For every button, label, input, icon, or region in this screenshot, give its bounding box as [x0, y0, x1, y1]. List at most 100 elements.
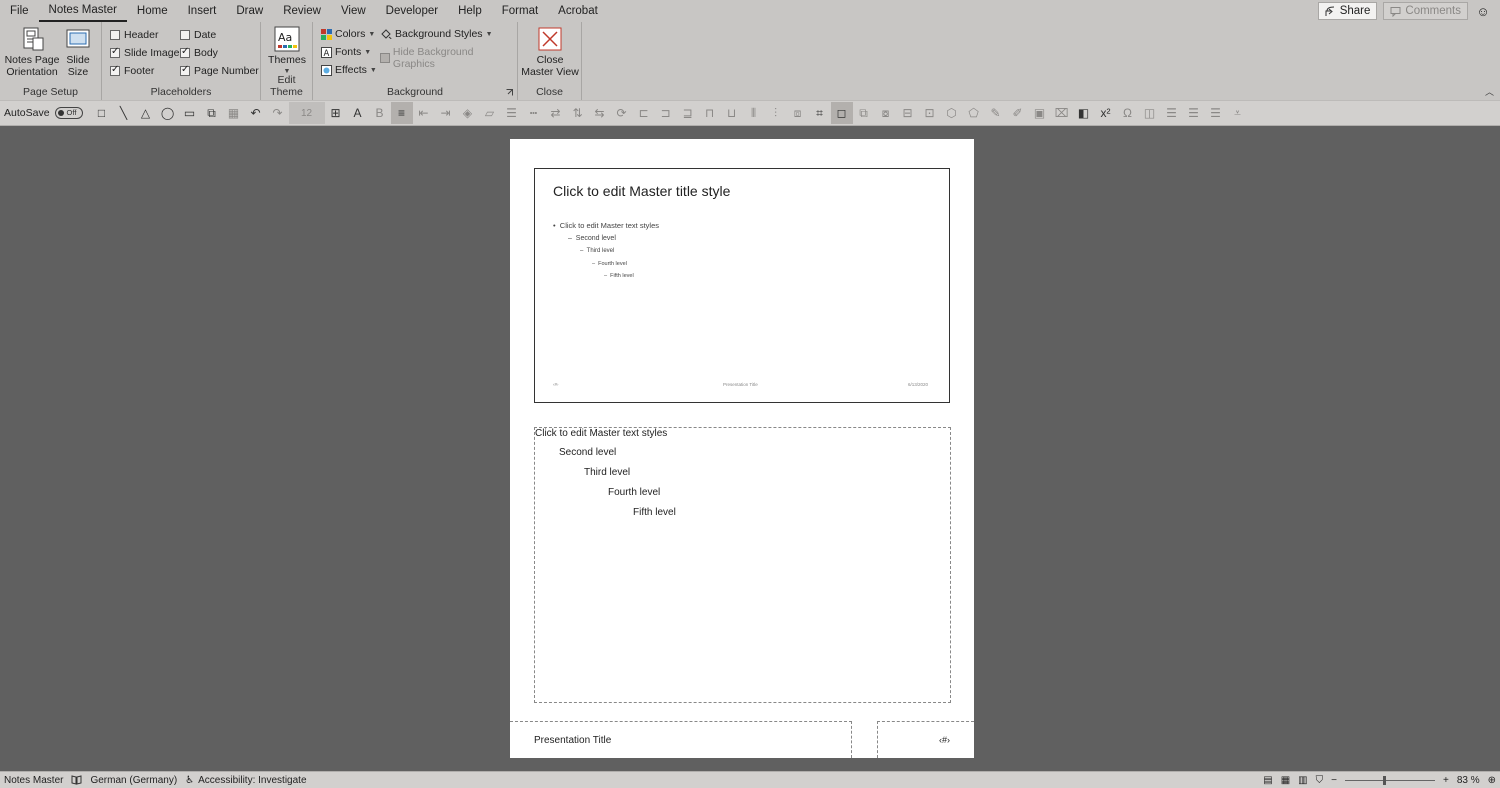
autosave-switch[interactable]: Off: [54, 107, 83, 119]
arrange-icon[interactable]: ▦: [223, 102, 245, 124]
group-icon[interactable]: ⧈: [787, 102, 809, 124]
tab-review[interactable]: Review: [273, 0, 331, 22]
tab-acrobat[interactable]: Acrobat: [548, 0, 608, 22]
align-right-objects-icon[interactable]: ⊒: [677, 102, 699, 124]
hide-background-graphics-checkbox[interactable]: Hide Background Graphics: [380, 46, 517, 70]
tab-developer[interactable]: Developer: [376, 0, 448, 22]
dash-type-icon[interactable]: ┅: [523, 102, 545, 124]
slide-image-checkbox[interactable]: Slide Image: [110, 46, 179, 59]
symbol-icon[interactable]: Ω: [1117, 102, 1139, 124]
page-number-checkbox[interactable]: Page Number: [180, 64, 259, 77]
distribute-vertical-icon[interactable]: ⫶: [765, 102, 787, 124]
tab-insert[interactable]: Insert: [178, 0, 227, 22]
line-weight-icon[interactable]: ☰: [501, 102, 523, 124]
accessibility-status[interactable]: ♿ Accessibility: Investigate: [181, 775, 310, 786]
increase-indent-icon[interactable]: ⇥: [435, 102, 457, 124]
decrease-indent-icon[interactable]: ⇤: [413, 102, 435, 124]
reading-view-icon[interactable]: ▥: [1298, 775, 1307, 786]
line-shape-icon[interactable]: ╲: [113, 102, 135, 124]
font-color-icon[interactable]: A: [347, 102, 369, 124]
colors-button[interactable]: Colors ▼: [321, 28, 375, 40]
justify-icon[interactable]: ☰: [1205, 102, 1227, 124]
notes-page[interactable]: Click to edit Master title style • Click…: [510, 139, 974, 758]
picture-icon[interactable]: ▣: [1029, 102, 1051, 124]
distribute-horizontal-icon[interactable]: ⫴: [743, 102, 765, 124]
zoom-in-icon[interactable]: +: [1443, 775, 1449, 786]
autosave-toggle[interactable]: AutoSave Off: [0, 107, 83, 119]
background-dialog-launcher-icon[interactable]: [506, 89, 513, 96]
spelling-check-status[interactable]: [67, 775, 86, 785]
zoom-level[interactable]: 83 %: [1457, 775, 1480, 786]
slideshow-icon[interactable]: ⛉: [1316, 775, 1324, 786]
superscript-icon[interactable]: x²: [1095, 102, 1117, 124]
tab-file[interactable]: File: [0, 0, 39, 22]
rounded-rectangle-shape-icon[interactable]: ▭: [179, 102, 201, 124]
triangle-shape-icon[interactable]: △: [135, 102, 157, 124]
flip-vertical-icon[interactable]: ⇅: [567, 102, 589, 124]
rotate-icon[interactable]: ⟳: [611, 102, 633, 124]
bring-forward-icon[interactable]: ⧉: [853, 102, 875, 124]
align-top-objects-icon[interactable]: ⊓: [699, 102, 721, 124]
pen-icon[interactable]: ✐: [1007, 102, 1029, 124]
crop-picture-icon[interactable]: ⌧: [1051, 102, 1073, 124]
notes-view-icon[interactable]: ▤: [1263, 775, 1272, 786]
oval-shape-icon[interactable]: ◯: [157, 102, 179, 124]
align-left-objects-icon[interactable]: ⊏: [633, 102, 655, 124]
columns-icon[interactable]: ◫: [1139, 102, 1161, 124]
align-text-left-icon[interactable]: ☰: [1161, 102, 1183, 124]
rectangle-shape-icon[interactable]: □: [91, 102, 113, 124]
tab-home[interactable]: Home: [127, 0, 178, 22]
customize-toolbar-icon[interactable]: ⩡: [1227, 102, 1249, 124]
header-checkbox[interactable]: Header: [110, 29, 158, 41]
zoom-out-icon[interactable]: −: [1331, 775, 1337, 786]
eyedropper-icon[interactable]: ✎: [985, 102, 1007, 124]
ungroup-icon[interactable]: ⊟: [897, 102, 919, 124]
language-status[interactable]: German (Germany): [86, 775, 181, 786]
shapes-gallery-icon[interactable]: ⧉: [201, 102, 223, 124]
date-checkbox[interactable]: Date: [180, 29, 216, 41]
change-picture-icon[interactable]: ◧: [1073, 102, 1095, 124]
selection-pane-icon[interactable]: ◻: [830, 102, 853, 124]
footer-checkbox[interactable]: Footer: [110, 64, 154, 77]
slide-size-button[interactable]: Slide Size: [63, 26, 93, 78]
send-backward-icon[interactable]: ⧇: [875, 102, 897, 124]
edit-points-icon[interactable]: ⬡: [941, 102, 963, 124]
tab-draw[interactable]: Draw: [226, 0, 273, 22]
zoom-slider[interactable]: [1344, 776, 1435, 785]
collapse-ribbon-icon[interactable]: ︿: [1485, 85, 1494, 98]
redo-icon[interactable]: ↷: [267, 102, 289, 124]
bold-icon[interactable]: B: [369, 102, 391, 124]
align-center-icon[interactable]: ≡: [390, 102, 413, 124]
text-box-icon[interactable]: ⊞: [325, 102, 347, 124]
tab-notes-master[interactable]: Notes Master: [38, 0, 127, 22]
insert-shape-icon[interactable]: ⬠: [963, 102, 985, 124]
slide-sorter-icon[interactable]: ▦: [1281, 775, 1290, 786]
effects-button[interactable]: Effects ▼: [321, 64, 377, 76]
align-bottom-objects-icon[interactable]: ⊔: [721, 102, 743, 124]
notes-body-placeholder[interactable]: Click to edit Master text styles Second …: [534, 427, 951, 703]
themes-button[interactable]: Aa Themes ▼: [267, 26, 307, 78]
font-size-box[interactable]: 12: [288, 102, 325, 124]
tab-format[interactable]: Format: [492, 0, 548, 22]
fit-to-window-icon[interactable]: ⊕: [1488, 775, 1496, 786]
notes-page-orientation-button[interactable]: Notes Page Orientation: [3, 26, 61, 78]
body-checkbox[interactable]: Body: [180, 46, 218, 59]
shape-fill-icon[interactable]: ◈: [457, 102, 479, 124]
undo-icon[interactable]: ↶: [245, 102, 267, 124]
align-middle-objects-icon[interactable]: ⊐: [655, 102, 677, 124]
share-button[interactable]: Share: [1317, 2, 1378, 20]
feedback-smiley-icon[interactable]: ☺: [1474, 4, 1492, 19]
arrow-style-icon[interactable]: ⇄: [545, 102, 567, 124]
shape-outline-icon[interactable]: ▱: [479, 102, 501, 124]
comments-button[interactable]: Comments: [1383, 2, 1468, 20]
page-number-placeholder[interactable]: ‹#›: [877, 721, 974, 758]
tab-help[interactable]: Help: [448, 0, 492, 22]
flip-horizontal-icon[interactable]: ⇆: [589, 102, 611, 124]
slide-image-placeholder[interactable]: Click to edit Master title style • Click…: [534, 168, 950, 403]
fonts-button[interactable]: A Fonts ▼: [321, 46, 371, 58]
tab-view[interactable]: View: [331, 0, 376, 22]
crop-icon[interactable]: ⌗: [809, 102, 831, 124]
footer-placeholder[interactable]: Presentation Title: [510, 721, 852, 758]
merge-shapes-icon[interactable]: ⊡: [919, 102, 941, 124]
background-styles-button[interactable]: Background Styles ▼: [380, 28, 493, 40]
